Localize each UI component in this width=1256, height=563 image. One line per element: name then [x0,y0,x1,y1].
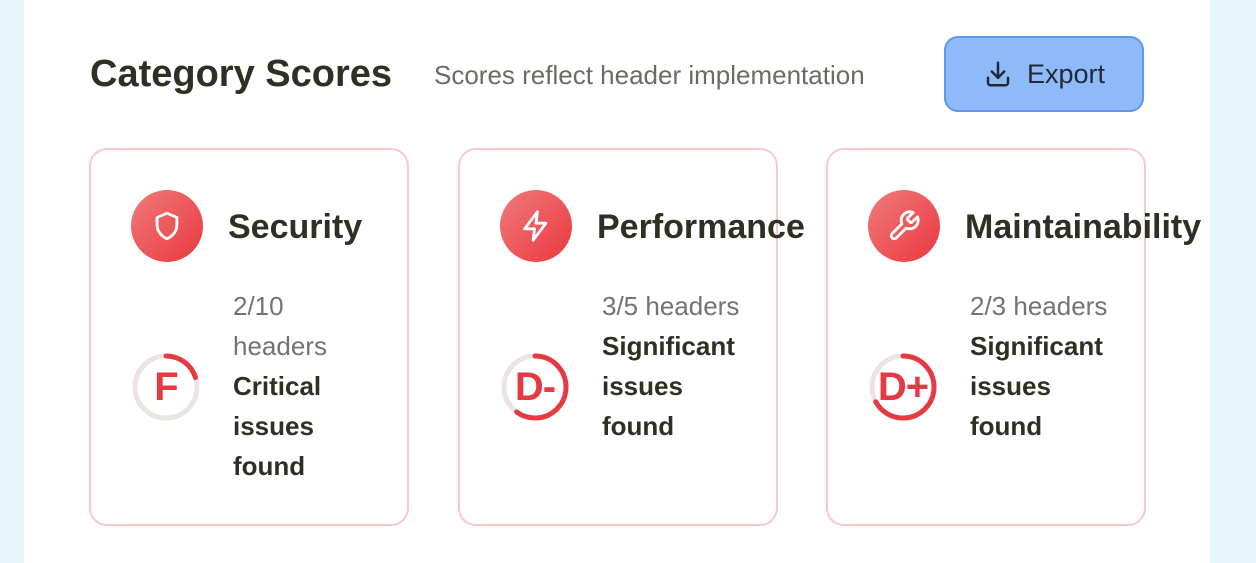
category-title: Performance [597,208,805,246]
category-card-security: Security F 2/10 headers Critical issues … [89,148,409,526]
status-text: Critical issues found [233,371,322,481]
grade-gauge: D+ [868,352,938,422]
category-icon-badge [868,190,940,262]
category-icon-badge [500,190,572,262]
header-count: 2/3 headers [970,291,1108,321]
category-details: 2/3 headers Significant issues found [970,286,1110,446]
export-button-label: Export [1026,58,1106,89]
section-subtitle: Scores reflect header implementation [434,60,865,90]
wrench-icon [889,210,920,241]
section-title: Category Scores [90,53,393,95]
grade-letter: F [154,364,178,409]
status-text: Significant issues found [602,331,735,441]
header-count: 3/5 headers [602,291,740,321]
header-count: 2/10 headers [233,291,327,361]
export-button[interactable]: Export [944,36,1144,112]
grade-letter: D- [514,364,556,409]
grade-gauge: D- [500,352,570,422]
category-details: 3/5 headers Significant issues found [602,286,742,446]
category-title: Maintainability [965,208,1202,246]
status-text: Significant issues found [970,331,1103,441]
lightning-icon [523,210,548,242]
grade-letter: D+ [877,364,929,409]
section-header: Category Scores Scores reflect header im… [90,36,1146,114]
shield-icon [155,211,179,241]
grade-gauge: F [131,352,201,422]
category-card-maintainability: Maintainability D+ 2/3 headers Significa… [826,148,1201,526]
download-icon [986,61,1010,87]
category-title: Security [228,208,363,246]
category-icon-badge [131,190,203,262]
category-details: 2/10 headers Critical issues found [233,286,373,486]
category-card-performance: Performance D- 3/5 headers Significant i… [458,148,805,526]
